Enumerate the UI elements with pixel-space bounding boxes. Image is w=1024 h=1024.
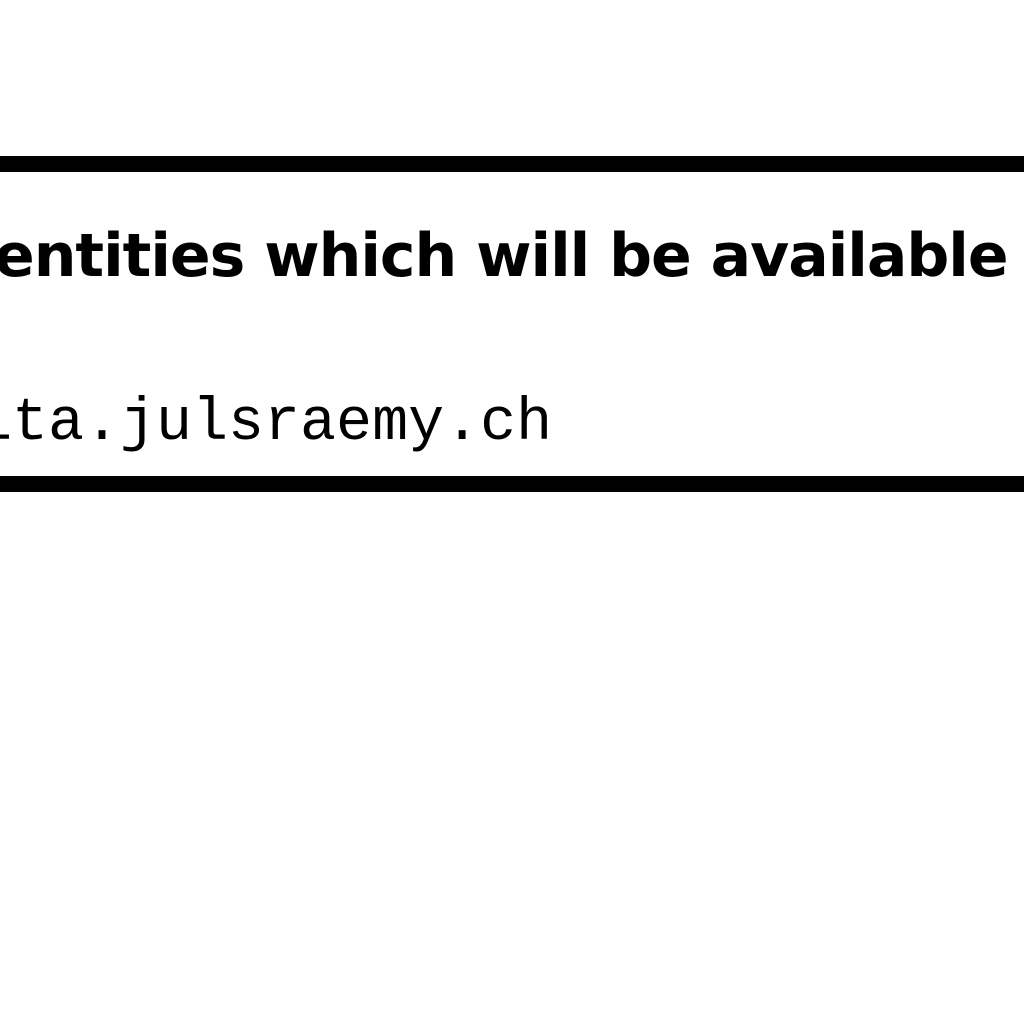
banner-heading: entities which will be available at [0,221,1024,291]
top-divider [0,156,1024,172]
bottom-divider [0,476,1024,492]
banner-url: ita.julsraemy.ch [0,390,553,458]
slide-page: entities which will be available at ita.… [0,0,1024,1024]
